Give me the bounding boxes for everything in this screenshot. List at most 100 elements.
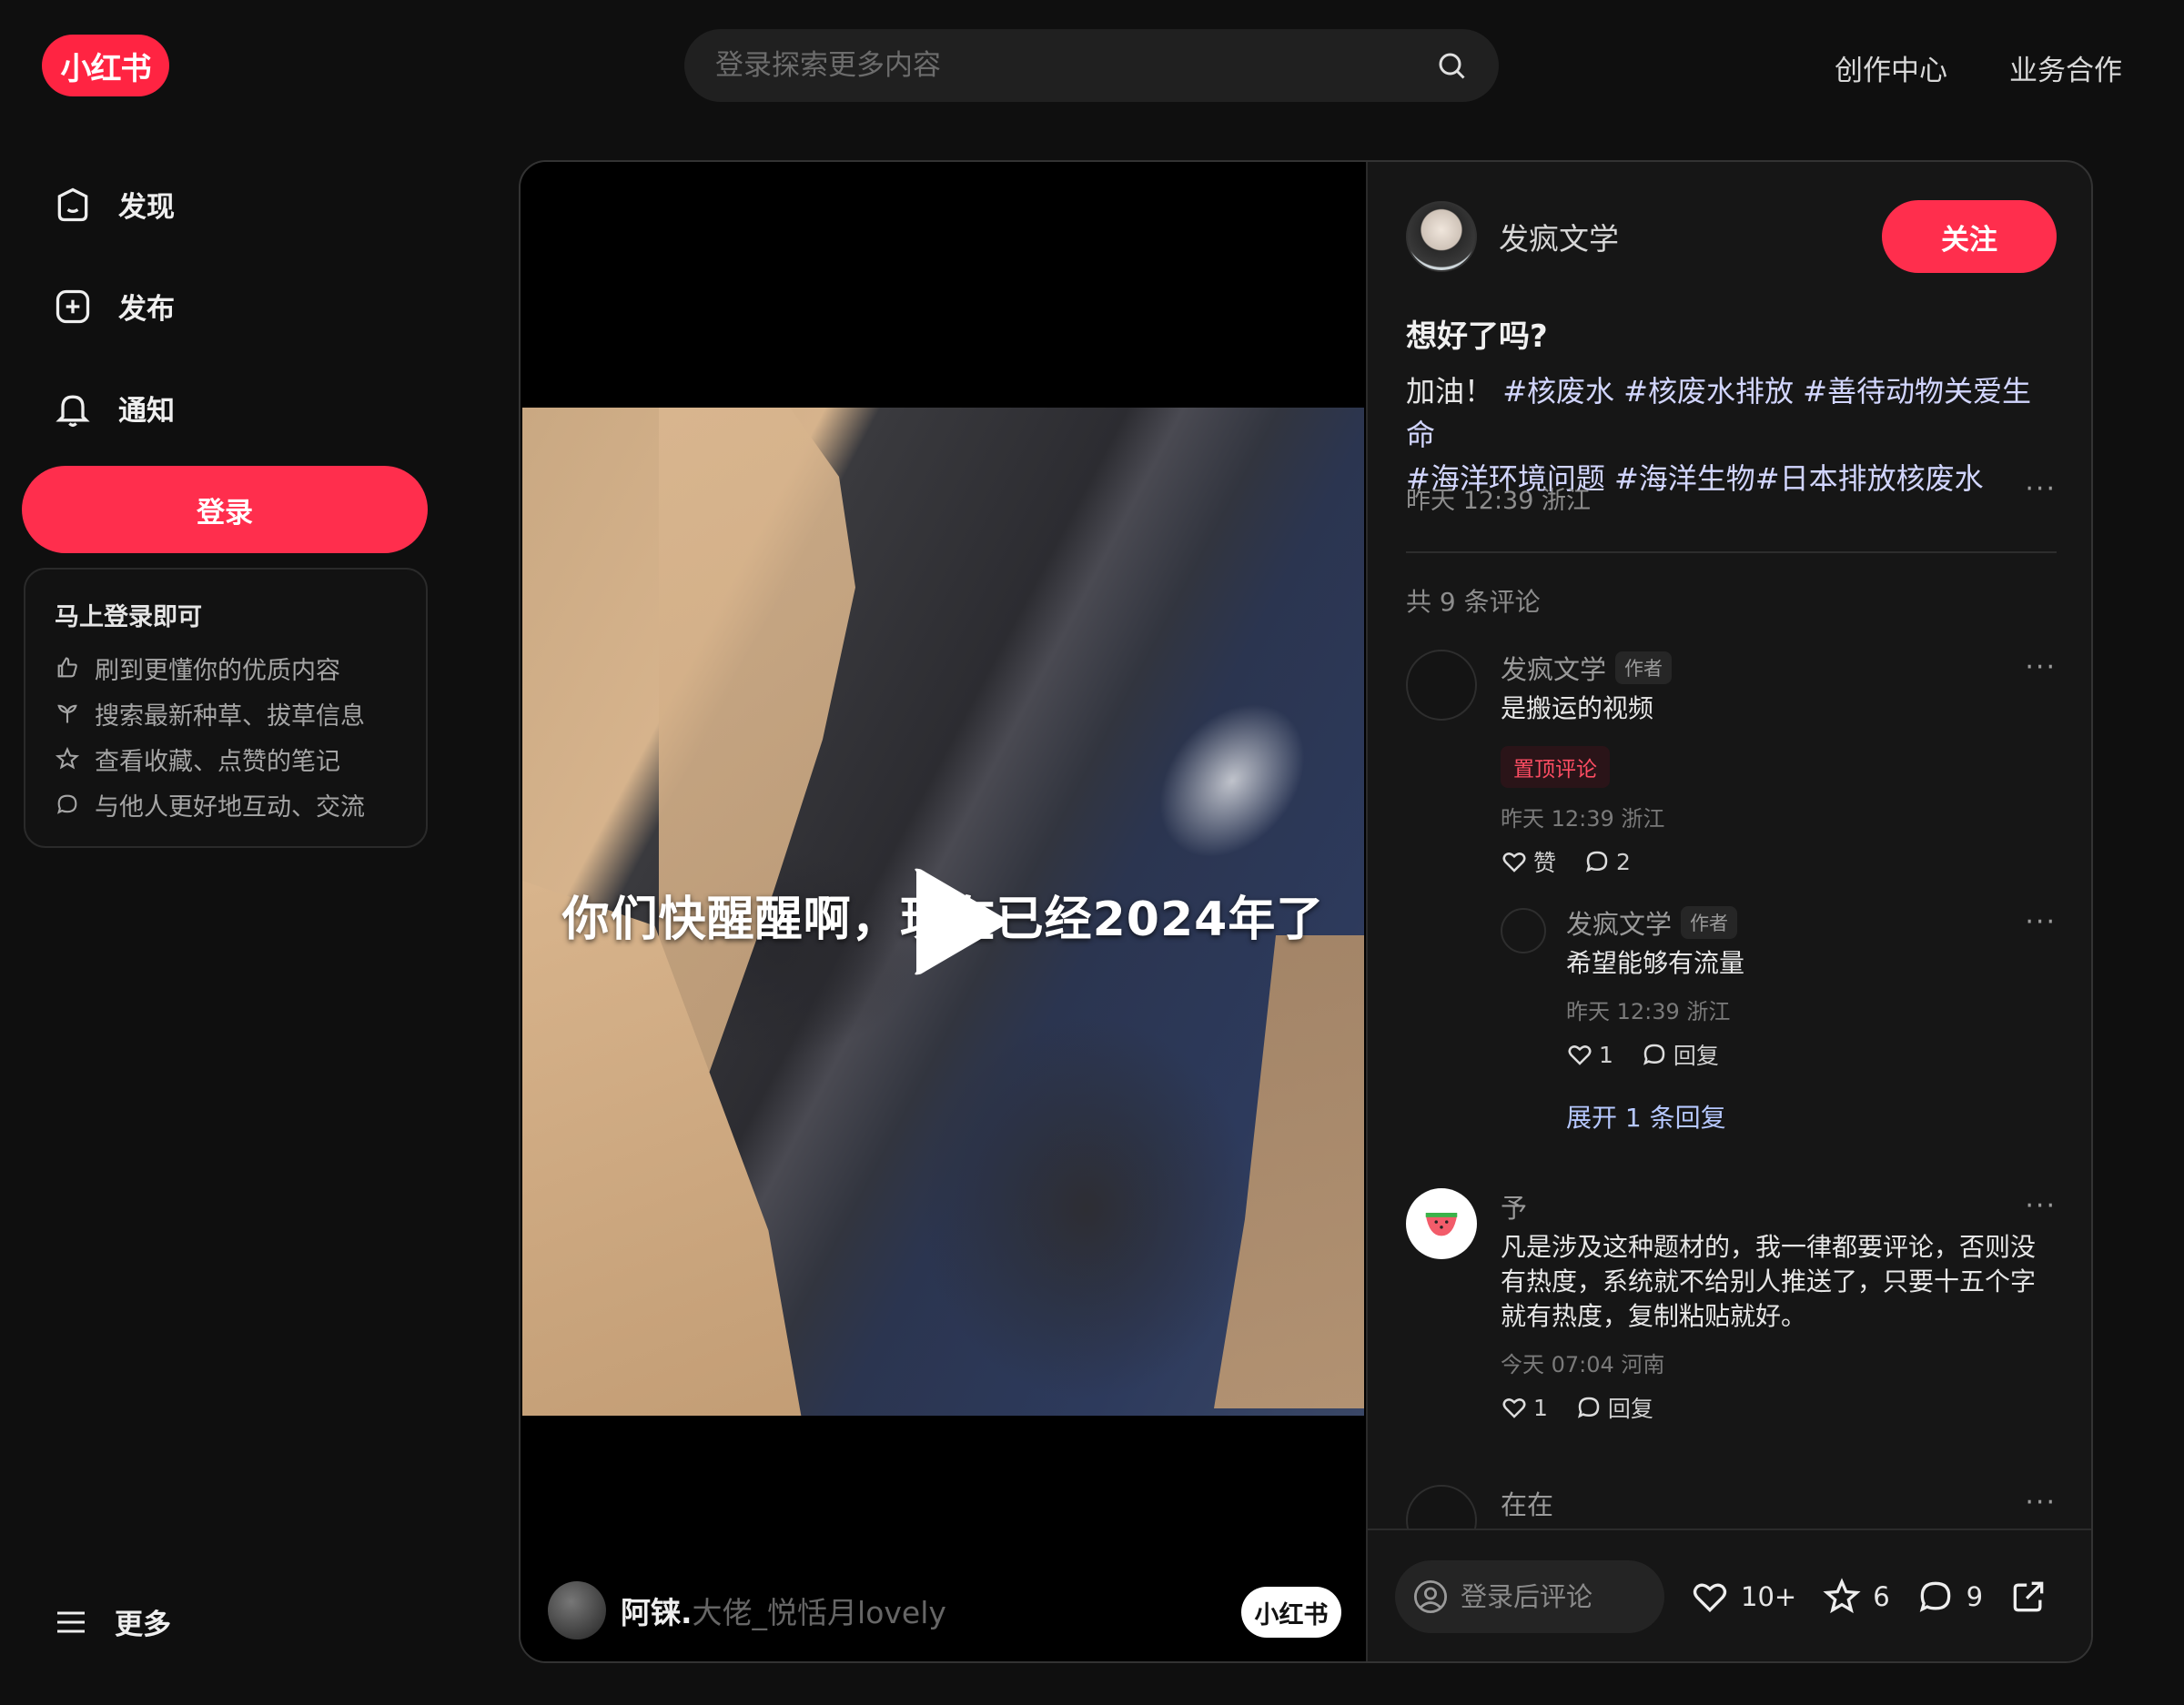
star-icon — [55, 746, 80, 770]
login-button[interactable]: 登录 — [22, 466, 428, 553]
chat-icon — [1919, 1581, 1950, 1612]
post-text: 加油！ — [1406, 374, 1494, 409]
comment-meta: 今天 07:04 河南 — [1501, 1352, 1665, 1377]
heart-icon — [1693, 1583, 1727, 1613]
hamburger-icon — [57, 1611, 85, 1632]
comment-text: 是搬运的视频 — [1501, 693, 1654, 723]
chat-icon — [57, 794, 77, 814]
sidebar-item-label: 发现 — [118, 191, 175, 224]
avatar[interactable] — [1501, 908, 1546, 953]
chat-icon — [1586, 851, 1608, 873]
sprout-icon — [57, 704, 77, 723]
more-options-icon[interactable]: ··· — [2025, 1489, 2057, 1517]
commenter-name[interactable]: 发疯文学 — [1566, 903, 1672, 942]
post-date-location: 昨天 12:39 浙江 — [1406, 487, 1591, 515]
benefit-text: 搜索最新种草、拔草信息 — [95, 701, 365, 731]
pinned-badge: 置顶评论 — [1501, 746, 1610, 788]
benefit-row: 与他人更好地互动、交流 — [55, 782, 397, 827]
video-watermark: 小红书 — [1241, 1587, 1341, 1638]
like-count: 1 — [1533, 1394, 1548, 1421]
share-button[interactable] — [2008, 1577, 2048, 1617]
more-options-icon[interactable]: ··· — [2025, 1193, 2057, 1220]
avatar[interactable] — [1406, 1188, 1477, 1259]
search-bar[interactable] — [684, 29, 1499, 102]
hashtag-list[interactable]: #核废水 #核废水排放 #善待动物关爱生命 — [1406, 374, 2031, 452]
avatar[interactable] — [1406, 650, 1477, 721]
comment-input-box[interactable] — [1395, 1560, 1664, 1633]
like-button[interactable]: 赞 — [1501, 845, 1556, 878]
avatar[interactable] — [1406, 201, 1477, 272]
sidebar-item-label: 发布 — [118, 293, 175, 326]
benefit-row: 刷到更懂你的优质内容 — [55, 645, 397, 691]
post-meta: 昨天 12:39 浙江 ··· — [1406, 476, 2057, 516]
chat-icon — [1643, 1044, 1665, 1065]
like-button[interactable]: 1 — [1501, 1394, 1548, 1421]
user-icon — [1413, 1579, 1448, 1614]
commenter-name[interactable]: 予 — [1501, 1187, 1527, 1226]
video-player[interactable]: 你们快醒醒啊，现在已经2024年了 阿铼.大佬_悦恬月lovely 小红书 — [521, 162, 1366, 1661]
comment-text: 凡是涉及这种题材的，我一律都要评论，否则没有热度，系统就不给别人推送了，只要十五… — [1501, 1232, 2037, 1331]
engagement-bar: 10+ 6 9 — [1368, 1528, 2091, 1661]
note-detail-card: 你们快醒醒啊，现在已经2024年了 阿铼.大佬_悦恬月lovely 小红书 发疯… — [519, 160, 2093, 1663]
benefit-text: 刷到更懂你的优质内容 — [95, 656, 340, 685]
sidebar-item-publish[interactable]: 发布 — [53, 286, 175, 327]
plus-square-icon — [56, 289, 90, 323]
video-uploader: 阿铼.大佬_悦恬月lovely — [548, 1581, 946, 1639]
reply-label: 回复 — [1607, 1396, 1653, 1422]
author-row: 发疯文学 关注 — [1406, 200, 2057, 273]
login-benefits-card: 马上登录即可 刷到更懂你的优质内容 搜索最新种草、拔草信息 查看收藏、点赞的笔记… — [24, 568, 428, 848]
search-input[interactable] — [715, 49, 1407, 82]
reply-button[interactable]: 回复 — [1575, 1391, 1653, 1424]
reply-button[interactable]: 回复 — [1641, 1038, 1719, 1071]
comment-meta: 昨天 12:39 浙江 — [1501, 806, 1665, 832]
favorite-stat-button[interactable]: 6 — [1822, 1577, 1890, 1617]
avatar — [548, 1581, 606, 1639]
benefit-row: 查看收藏、点赞的笔记 — [55, 736, 397, 782]
benefit-text: 查看收藏、点赞的笔记 — [95, 747, 340, 776]
commenter-name[interactable]: 发疯文学 — [1501, 649, 1606, 687]
author-name[interactable]: 发疯文学 — [1499, 215, 1882, 258]
share-icon — [2013, 1581, 2044, 1612]
more-options-icon[interactable]: ··· — [2025, 654, 2057, 681]
more-options-icon[interactable]: ··· — [2025, 476, 2057, 516]
comment-input[interactable] — [1461, 1581, 1643, 1612]
reply-count: 2 — [1616, 848, 1631, 875]
business-link[interactable]: 业务合作 — [2009, 47, 2122, 88]
comment-count: 共 9 条评论 — [1406, 587, 1541, 617]
logo[interactable]: 小红书 — [42, 35, 169, 96]
reply-button[interactable]: 2 — [1583, 848, 1631, 875]
like-stat-button[interactable]: 10+ — [1690, 1577, 1796, 1617]
uploader-name: 阿铼. — [621, 1595, 693, 1630]
heart-icon — [1502, 1398, 1526, 1418]
comment-stat-button[interactable]: 9 — [1916, 1577, 1983, 1617]
creator-center-link[interactable]: 创作中心 — [1835, 47, 1947, 88]
more-menu[interactable]: 更多 — [53, 1601, 171, 1642]
comment-meta: 昨天 12:39 浙江 — [1566, 999, 1731, 1024]
heart-icon — [1568, 1045, 1592, 1065]
like-button[interactable]: 1 — [1566, 1041, 1613, 1068]
bell-icon — [56, 395, 90, 427]
like-count: 10+ — [1741, 1581, 1797, 1612]
divider — [1406, 551, 2057, 553]
follow-button[interactable]: 关注 — [1882, 200, 2057, 273]
uploader-name-faded: 大佬_悦恬月lovely — [692, 1595, 946, 1630]
expand-replies-link[interactable]: 展开 1 条回复 — [1566, 1098, 2057, 1135]
sidebar-item-discover[interactable]: 发现 — [53, 184, 175, 225]
more-label: 更多 — [115, 1609, 171, 1641]
sidebar-item-label: 通知 — [118, 395, 175, 428]
post-title: 想好了吗? — [1406, 318, 1548, 355]
benefit-text: 与他人更好地互动、交流 — [95, 792, 365, 822]
login-card-title: 马上登录即可 — [55, 603, 202, 631]
heart-icon — [1502, 852, 1526, 873]
play-icon[interactable] — [903, 863, 1012, 981]
author-badge: 作者 — [1615, 651, 1673, 684]
like-count: 1 — [1599, 1041, 1613, 1068]
comment-count-stat: 9 — [1966, 1581, 1984, 1612]
commenter-name[interactable]: 在在 — [1501, 1484, 1553, 1522]
more-options-icon[interactable]: ··· — [2025, 909, 2057, 936]
search-icon[interactable] — [1435, 49, 1468, 82]
reply-label: 回复 — [1673, 1043, 1719, 1069]
like-count: 赞 — [1533, 850, 1557, 876]
sidebar-item-notifications[interactable]: 通知 — [53, 388, 175, 429]
watermelon-icon — [1425, 1213, 1458, 1236]
